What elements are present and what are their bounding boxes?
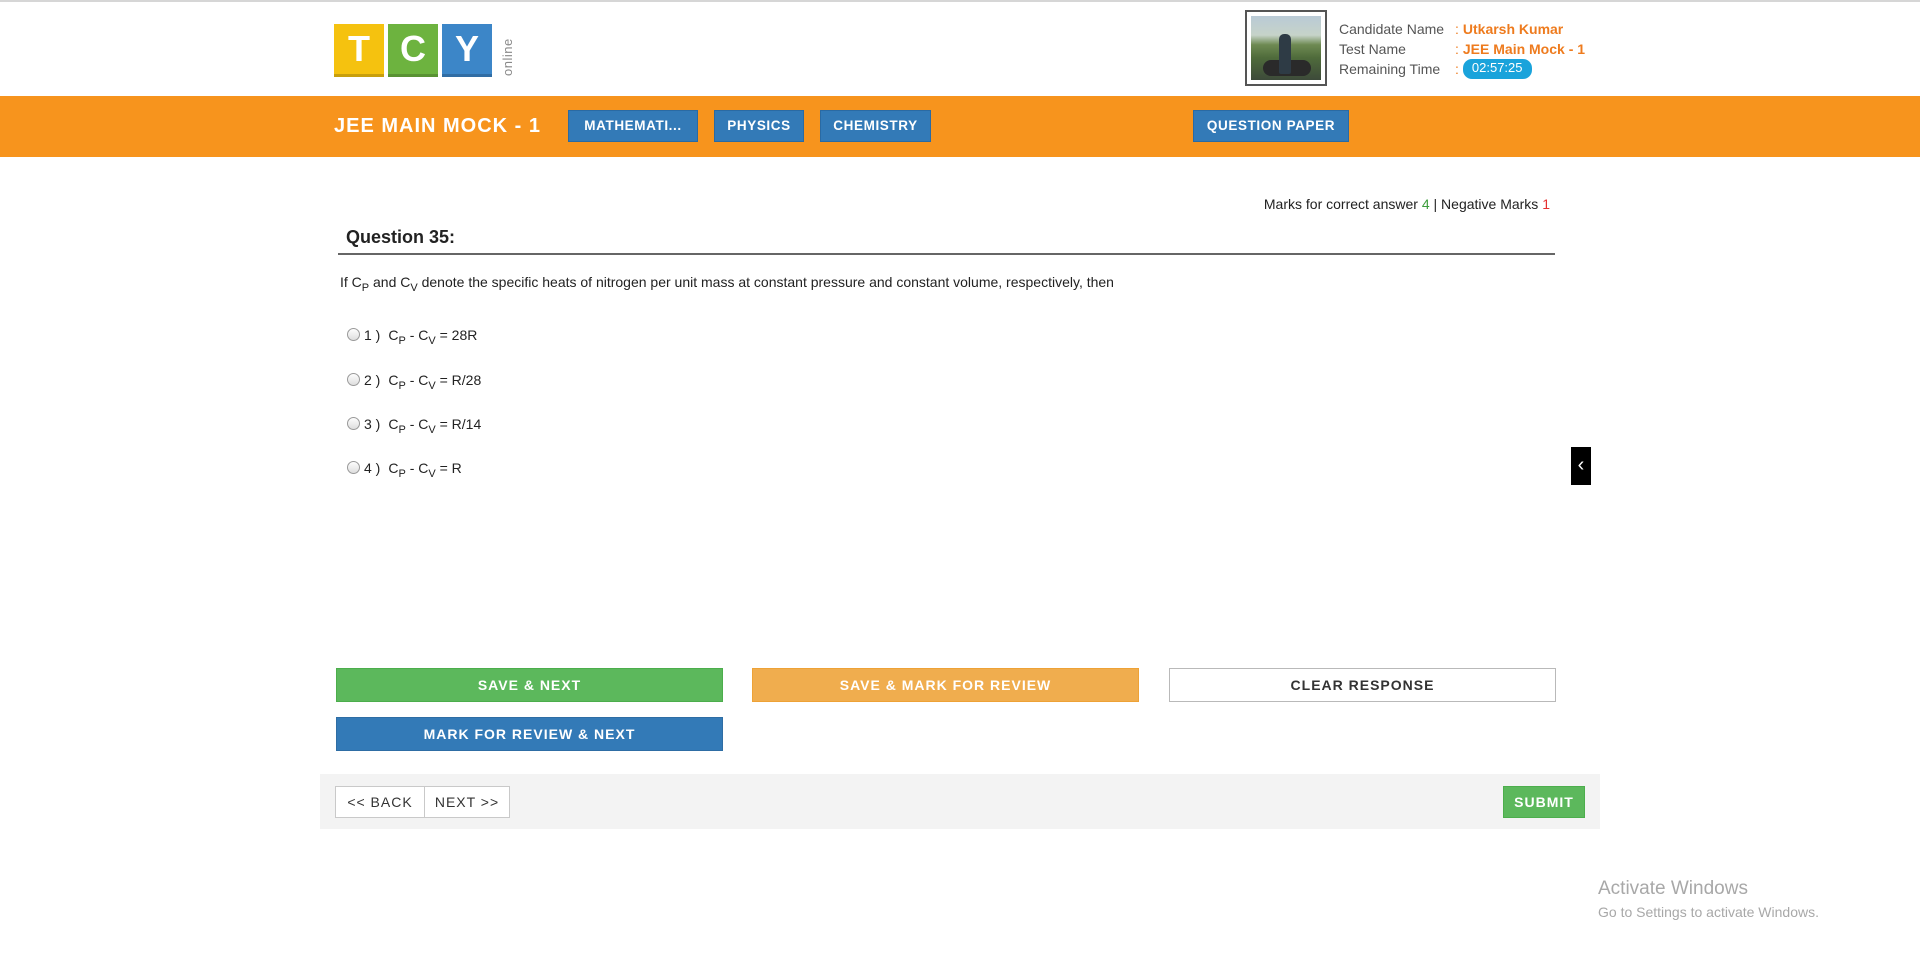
logo-subtext: online — [500, 38, 515, 76]
option-part: - C — [405, 460, 429, 476]
question-text: If CP and CV denote the specific heats o… — [340, 274, 1114, 294]
option-2-radio[interactable] — [347, 373, 360, 386]
tab-physics[interactable]: PHYSICS — [714, 110, 804, 142]
candidate-photo — [1245, 10, 1327, 86]
remaining-time-badge: 02:57:25 — [1462, 59, 1532, 79]
candidate-photo-image — [1251, 16, 1321, 80]
option-number: 3 ) — [364, 416, 381, 432]
candidate-info: Candidate Name : Utkarsh Kumar Test Name… — [1339, 19, 1585, 79]
option-3-radio[interactable] — [347, 417, 360, 430]
subscript: V — [428, 379, 436, 392]
question-number: Question 35: — [346, 227, 456, 247]
test-name-row: Test Name : JEE Main Mock - 1 — [1339, 39, 1585, 59]
option-1[interactable]: 1 ) CP - CV = 28R — [347, 327, 477, 347]
option-2[interactable]: 2 ) CP - CV = R/28 — [347, 372, 481, 392]
separator: : — [1455, 41, 1459, 57]
option-part: C — [388, 416, 399, 432]
logo-tile-t: T — [334, 24, 384, 77]
subscript: V — [428, 467, 436, 480]
navigation-footer: << BACK NEXT >> SUBMIT — [320, 774, 1600, 829]
mark-review-next-button[interactable]: MARK FOR REVIEW & NEXT — [336, 717, 723, 751]
candidate-name-row: Candidate Name : Utkarsh Kumar — [1339, 19, 1585, 39]
subscript: P — [398, 467, 406, 480]
clear-response-button[interactable]: CLEAR RESPONSE — [1169, 668, 1556, 702]
correct-marks-value: 4 — [1421, 196, 1430, 212]
back-button[interactable]: << BACK — [335, 786, 425, 818]
option-part: C — [388, 327, 399, 343]
option-part: = R/14 — [435, 416, 482, 432]
test-name-label: Test Name — [1339, 41, 1406, 57]
submit-button[interactable]: SUBMIT — [1503, 786, 1585, 818]
separator: : — [1455, 61, 1459, 77]
save-mark-review-button[interactable]: SAVE & MARK FOR REVIEW — [752, 668, 1139, 702]
logo-tile-c: C — [388, 24, 438, 77]
logo-tile-y: Y — [442, 24, 492, 77]
candidate-name-label: Candidate Name — [1339, 21, 1445, 37]
option-number: 2 ) — [364, 372, 381, 388]
option-part: - C — [405, 416, 429, 432]
option-3[interactable]: 3 ) CP - CV = R/14 — [347, 416, 481, 436]
save-next-button[interactable]: SAVE & NEXT — [336, 668, 723, 702]
exam-navbar: JEE MAIN MOCK - 1 MATHEMATI... PHYSICS C… — [0, 96, 1920, 157]
option-number: 1 ) — [364, 327, 381, 343]
option-part: = R — [435, 460, 462, 476]
subscript: V — [428, 423, 436, 436]
correct-marks-label: Marks for correct answer — [1263, 196, 1418, 212]
test-name-value: JEE Main Mock - 1 — [1462, 41, 1586, 57]
option-4[interactable]: 4 ) CP - CV = R — [347, 460, 462, 480]
tab-mathematics[interactable]: MATHEMATI... — [568, 110, 698, 142]
option-4-radio[interactable] — [347, 461, 360, 474]
option-text: CP - CV = R/14 — [388, 416, 481, 436]
option-1-radio[interactable] — [347, 328, 360, 341]
watermark-subtitle: Go to Settings to activate Windows. — [1598, 904, 1819, 920]
option-text: CP - CV = R — [388, 460, 461, 480]
question-paper-button[interactable]: QUESTION PAPER — [1193, 110, 1349, 142]
subscript: P — [398, 379, 406, 392]
top-border — [0, 0, 1920, 2]
marks-divider: | — [1433, 196, 1438, 212]
candidate-name-value: Utkarsh Kumar — [1462, 21, 1564, 37]
option-number: 4 ) — [364, 460, 381, 476]
remaining-time-label: Remaining Time — [1339, 61, 1441, 77]
subscript: V — [428, 334, 436, 347]
windows-activation-watermark: Activate Windows Go to Settings to activ… — [1598, 878, 1819, 920]
option-part: C — [388, 460, 399, 476]
subscript: P — [398, 334, 406, 347]
remaining-time-row: Remaining Time : 02:57:25 — [1339, 59, 1585, 79]
option-text: CP - CV = R/28 — [388, 372, 481, 392]
separator: : — [1455, 21, 1459, 37]
option-text: CP - CV = 28R — [388, 327, 477, 347]
exam-title: JEE MAIN MOCK - 1 — [334, 115, 542, 137]
watermark-title: Activate Windows — [1598, 878, 1748, 899]
negative-marks-value: 1 — [1542, 196, 1550, 212]
subscript: V — [410, 281, 418, 294]
subscript: P — [398, 423, 406, 436]
side-panel-toggle-icon[interactable]: ‹ — [1571, 447, 1591, 485]
option-part: - C — [405, 372, 429, 388]
tab-chemistry[interactable]: CHEMISTRY — [820, 110, 931, 142]
question-text-part: and C — [369, 274, 411, 290]
option-part: = R/28 — [435, 372, 482, 388]
option-part: - C — [405, 327, 429, 343]
question-header: Question 35: — [338, 224, 1555, 255]
next-button[interactable]: NEXT >> — [424, 786, 510, 818]
option-part: C — [388, 372, 399, 388]
question-text-part: If C — [340, 274, 362, 290]
question-text-part: denote the specific heats of nitrogen pe… — [417, 274, 1114, 290]
negative-marks-label: Negative Marks — [1441, 196, 1539, 212]
option-part: = 28R — [435, 327, 478, 343]
marks-info: Marks for correct answer 4 | Negative Ma… — [1264, 196, 1550, 212]
